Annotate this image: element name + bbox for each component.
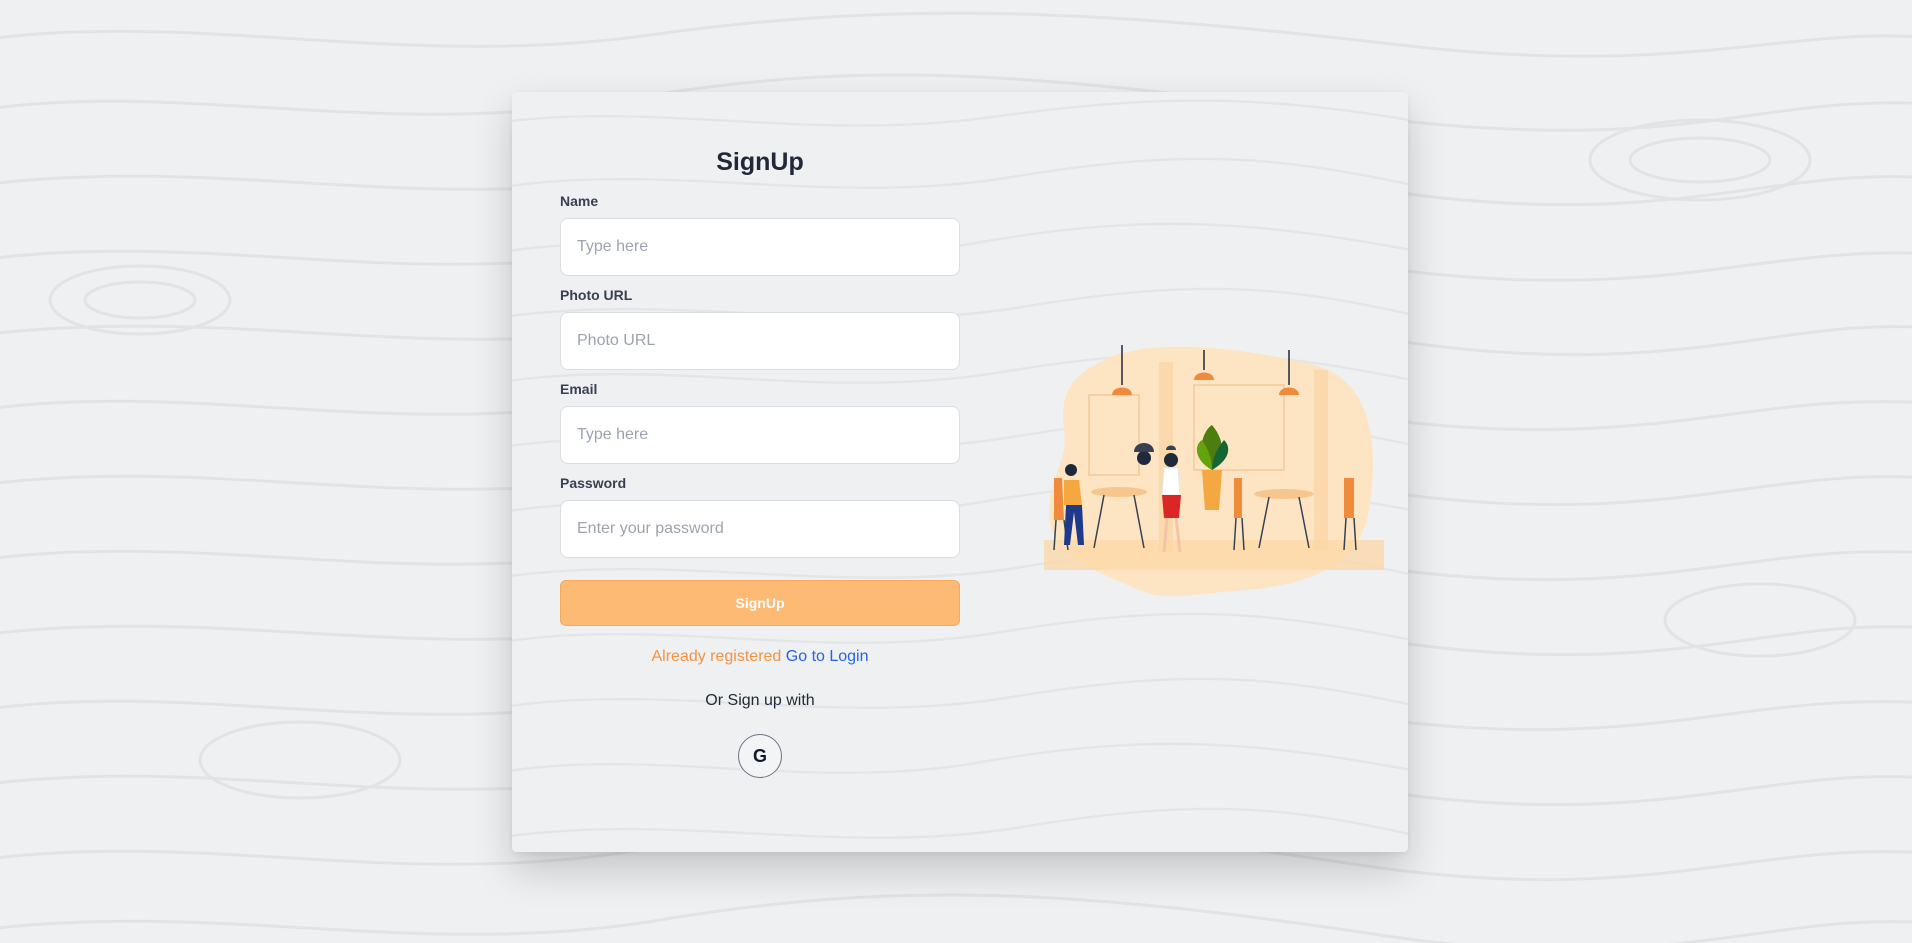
google-icon-glyph: G: [753, 746, 767, 766]
already-registered-text: Already registered: [651, 648, 782, 665]
google-icon: G: [753, 746, 767, 766]
google-signin-button[interactable]: G: [738, 734, 782, 778]
photo-url-label: Photo URL: [560, 287, 633, 303]
photo-url-field-group: Photo URL: [560, 284, 960, 370]
go-to-login-link[interactable]: Go to Login: [786, 648, 869, 665]
signup-button[interactable]: SignUp: [560, 580, 960, 626]
password-input[interactable]: [560, 500, 960, 558]
already-registered-row: Already registered Go to Login: [560, 646, 960, 668]
page-title: SignUp: [716, 148, 804, 176]
restaurant-illustration: [1044, 345, 1384, 597]
email-field-group: Email: [560, 378, 960, 464]
name-field-group: Name: [560, 190, 960, 276]
photo-url-input[interactable]: [560, 312, 960, 370]
email-input[interactable]: [560, 406, 960, 464]
email-label: Email: [560, 381, 598, 397]
signup-form: SignUp Name Photo URL Email Password Sig…: [560, 142, 960, 778]
or-sign-up-with-text: Or Sign up with: [705, 692, 815, 709]
signup-card: SignUp Name Photo URL Email Password Sig…: [512, 92, 1408, 852]
password-field-group: Password: [560, 472, 960, 558]
name-input[interactable]: [560, 218, 960, 276]
name-label: Name: [560, 193, 599, 209]
password-label: Password: [560, 475, 627, 491]
